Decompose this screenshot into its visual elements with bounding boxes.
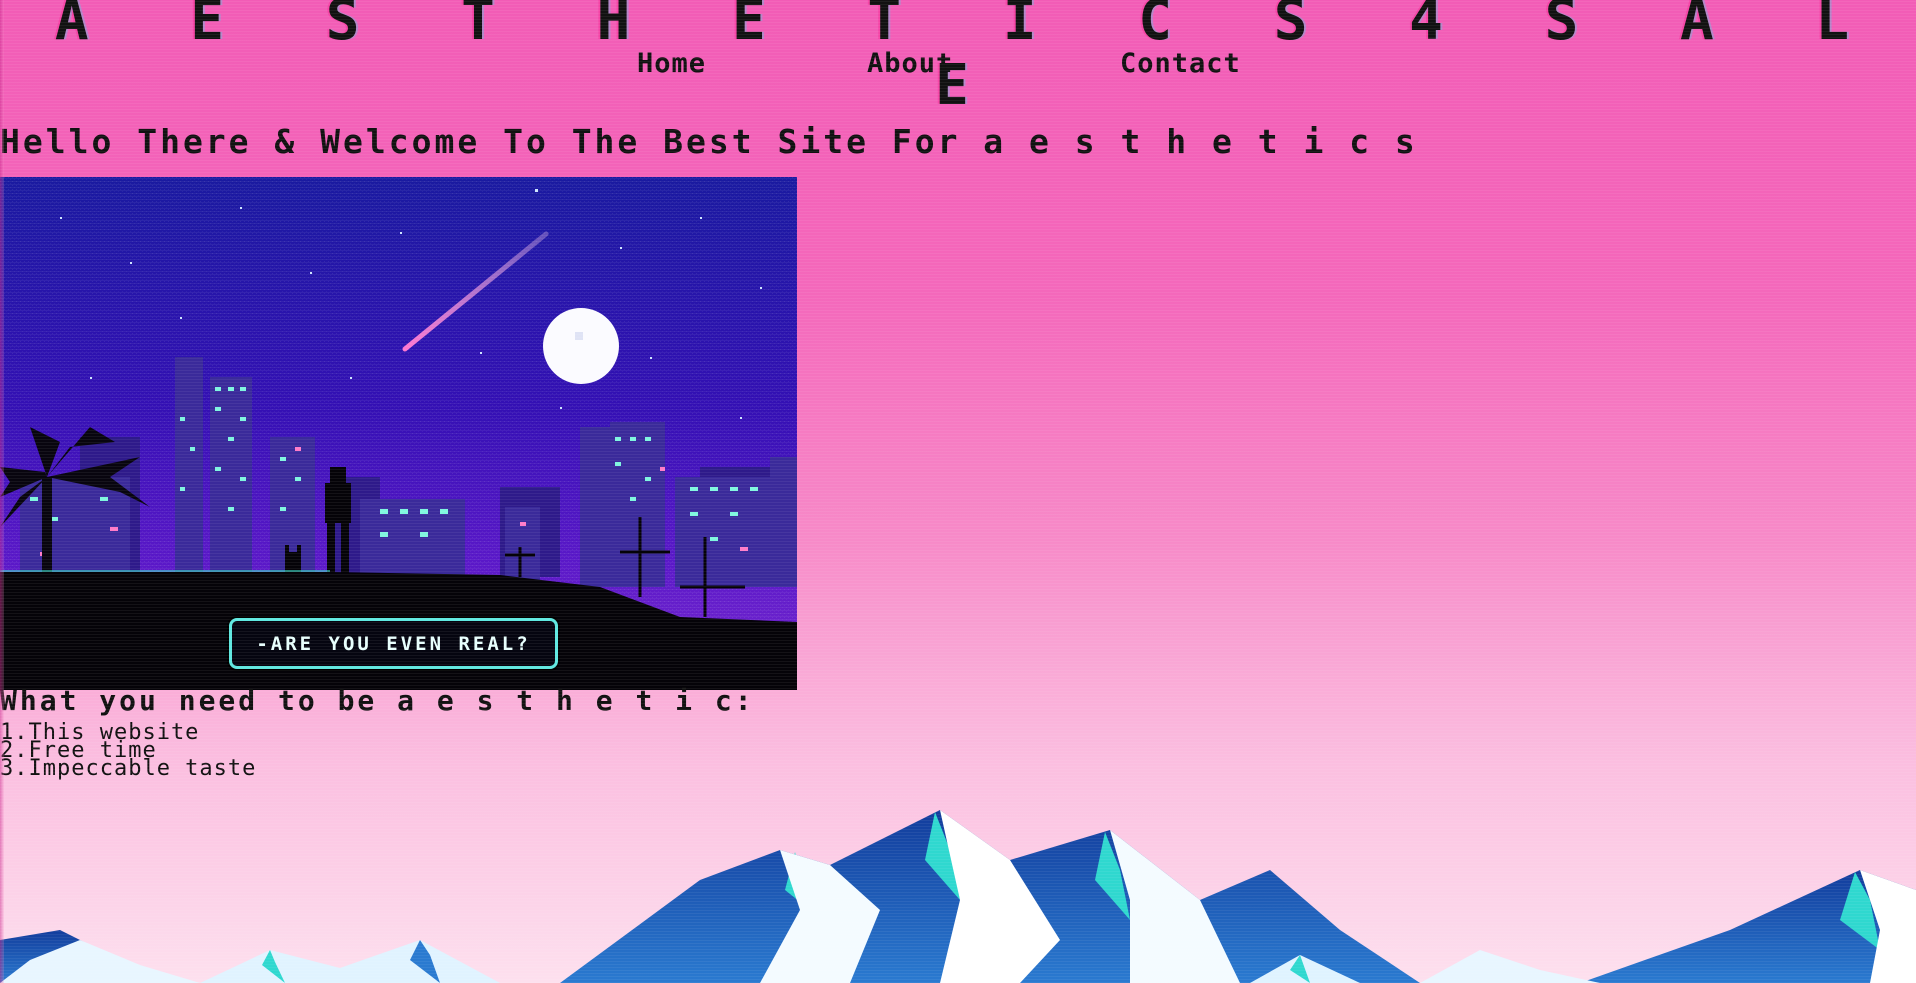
need-list: 1.This website 2.Free time 3.Impeccable … [0,722,257,781]
mountain-range-decoration [0,810,1916,983]
nav-about-link[interactable]: About [867,48,953,79]
hero-caption-box: -ARE YOU EVEN REAL? [229,618,558,669]
page-edge-glitch [0,0,4,983]
main-nav: Home About Contact [0,48,1916,82]
moon [543,308,619,384]
welcome-heading: Hello There & Welcome To The Best Site F… [0,122,1418,161]
nav-home-link[interactable]: Home [637,48,706,79]
city-night-scene [0,177,797,690]
hero-pixel-art-image: -ARE YOU EVEN REAL? [0,177,797,690]
nav-contact-link[interactable]: Contact [1120,48,1241,79]
list-item: 3.Impeccable taste [0,756,257,781]
need-heading: What you need to be a e s t h e t i c: [0,684,755,717]
